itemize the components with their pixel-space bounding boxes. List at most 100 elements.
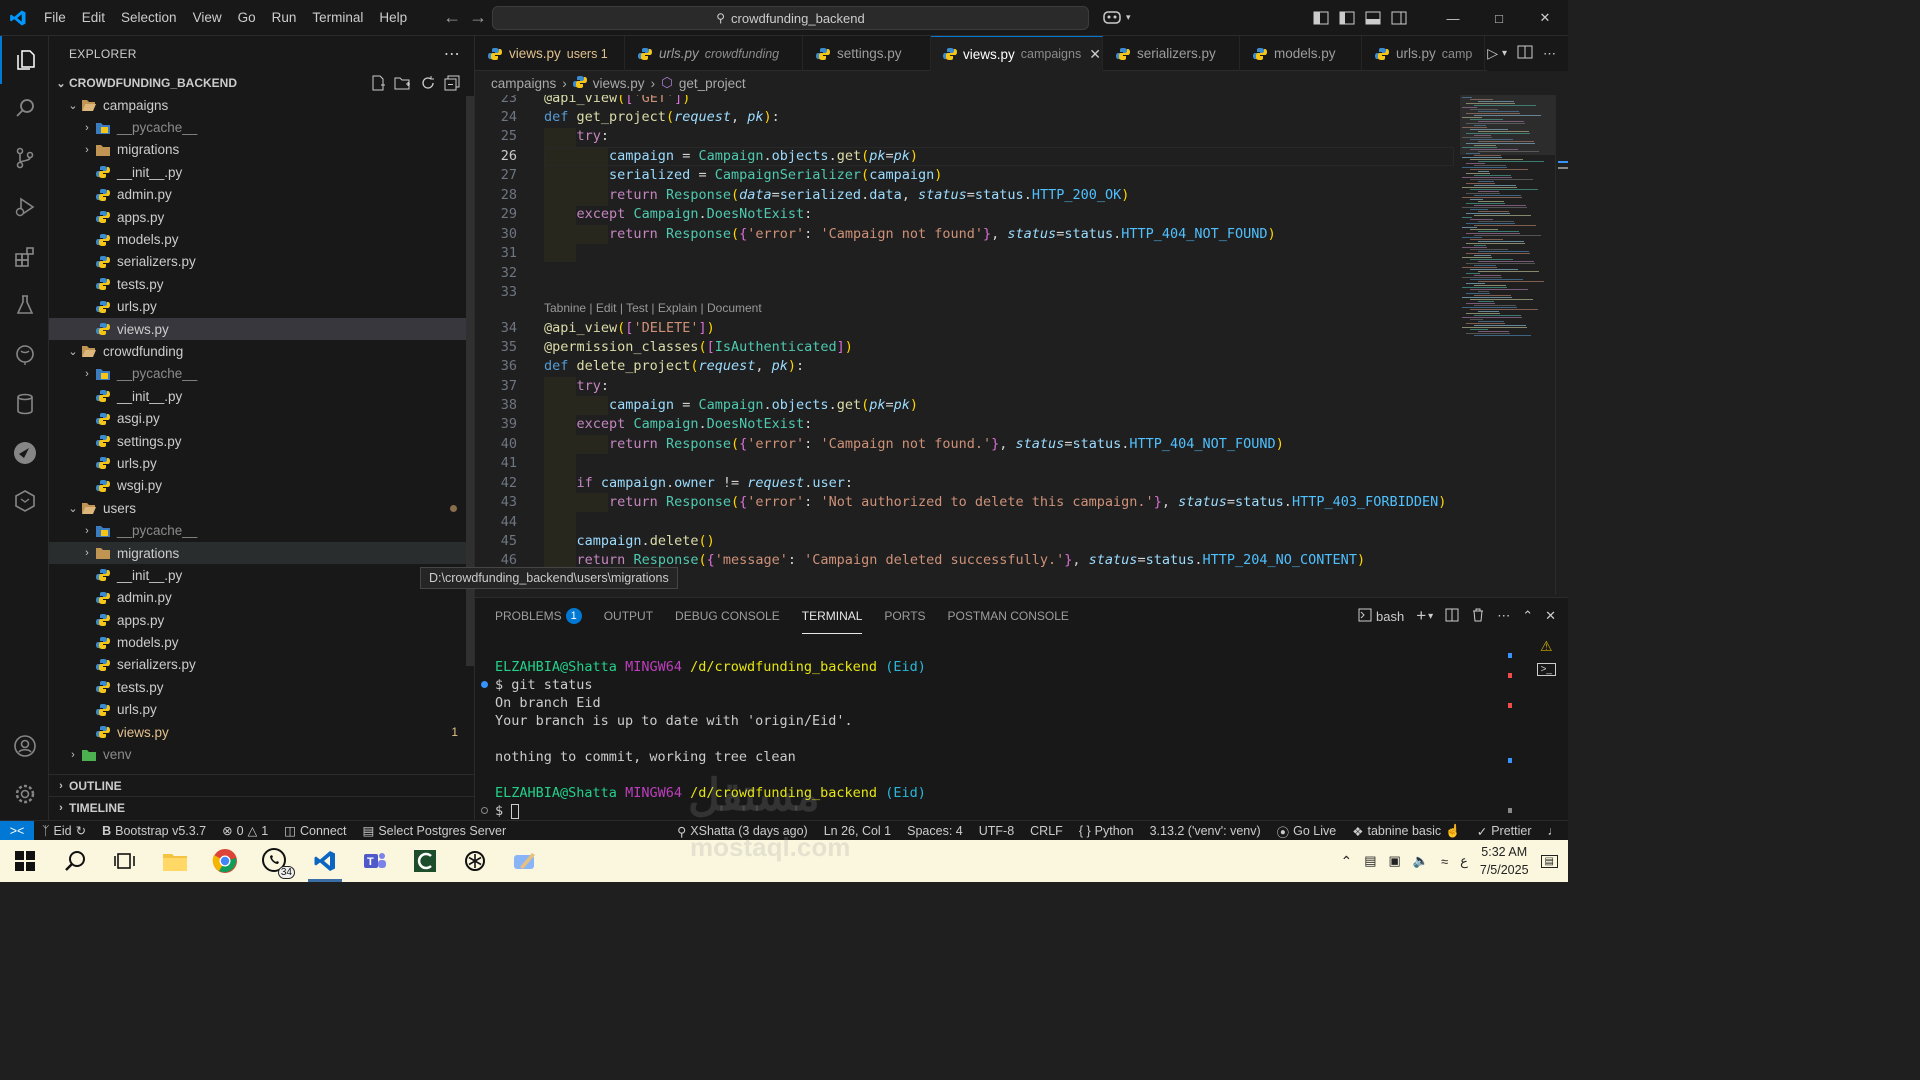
task-view-icon[interactable] (100, 840, 150, 882)
interpreter-status[interactable]: 3.13.2 ('venv': venv) (1142, 824, 1269, 838)
file-item[interactable]: serializers.py (49, 251, 474, 273)
tabnine-status[interactable]: ❖ tabnine basic ☝ (1344, 824, 1468, 839)
refresh-icon[interactable] (420, 75, 436, 94)
testing-icon[interactable] (0, 281, 49, 329)
bootstrap-status[interactable]: B Bootstrap v5.3.7 (94, 824, 214, 838)
encoding-status[interactable]: UTF-8 (971, 824, 1022, 838)
terminal-scrollbar[interactable] (1508, 648, 1514, 813)
remote-indicator-icon[interactable]: >< (0, 820, 34, 841)
editor-tab[interactable]: models.py (1240, 36, 1362, 71)
notification-center-icon[interactable]: ▤ (1540, 854, 1558, 868)
connect-status[interactable]: ◫ Connect (276, 823, 354, 839)
file-item[interactable]: apps.py (49, 206, 474, 228)
new-terminal-icon[interactable]: + (1416, 606, 1426, 626)
folder-item[interactable]: ⌄ users (49, 497, 474, 519)
folder-item[interactable]: › __pycache__ (49, 363, 474, 385)
file-item[interactable]: views.py (49, 317, 474, 341)
whatsapp-icon[interactable]: 34 (250, 840, 300, 882)
new-folder-icon[interactable] (394, 75, 412, 94)
more-actions-icon[interactable]: ⋯ (444, 44, 460, 64)
panel-tab-problems[interactable]: PROBLEMS 1 (495, 598, 582, 634)
outline-section[interactable]: › OUTLINE (49, 774, 474, 796)
chevron-down-icon[interactable]: ▾ (1428, 611, 1433, 622)
editor-tab[interactable]: settings.py (803, 36, 931, 71)
explorer-icon[interactable] (0, 36, 49, 84)
postgres-elephant-icon[interactable] (0, 331, 49, 379)
chrome-icon[interactable] (200, 840, 250, 882)
editor-tab[interactable]: views.py users 1 (475, 36, 625, 71)
device-icon[interactable]: ▣ (1388, 853, 1400, 869)
back-arrow-icon[interactable]: ← (439, 7, 465, 28)
copilot-icon[interactable]: ▾ (1102, 9, 1131, 25)
sync-icon[interactable]: ↻ (76, 823, 86, 838)
settings-gear-icon[interactable] (0, 770, 49, 818)
folder-item[interactable]: › venv (49, 743, 474, 765)
close-tab-icon[interactable]: ✕ (1089, 46, 1101, 63)
editor-tab[interactable]: serializers.py (1103, 36, 1240, 71)
vscode-taskbar-icon[interactable] (300, 840, 350, 882)
timeline-section[interactable]: › TIMELINE (49, 796, 474, 818)
menu-file[interactable]: File (36, 0, 74, 36)
file-item[interactable]: models.py (49, 228, 474, 250)
toggle-panel-icon[interactable] (1360, 0, 1386, 36)
file-explorer-icon[interactable] (150, 840, 200, 882)
code-editor[interactable]: 23 24 25 26 27 28 29 30 31 32 33 34 35 36 37 38 39 40 41 42… (475, 95, 1460, 595)
problems-status[interactable]: ⊗ 0 △ 1 (214, 823, 276, 839)
new-file-icon[interactable] (370, 75, 386, 94)
file-item[interactable]: models.py (49, 631, 474, 653)
file-item[interactable]: __init__.py (49, 161, 474, 183)
folder-item[interactable]: ⌄ crowdfunding (49, 340, 474, 362)
maximize-panel-icon[interactable]: ⌃ (1522, 608, 1533, 624)
file-item[interactable]: tests.py (49, 676, 474, 698)
source-control-icon[interactable] (0, 134, 49, 182)
file-item[interactable]: views.py 1 (49, 721, 474, 743)
more-actions-icon[interactable]: ⋯ (1497, 608, 1510, 624)
clock[interactable]: 5:32 AM 7/5/2025 (1480, 843, 1529, 879)
windows-start-icon[interactable] (0, 840, 50, 882)
search-icon[interactable] (50, 840, 100, 882)
file-item[interactable]: apps.py (49, 609, 474, 631)
editor-tab[interactable]: urls.py crowdfunding (625, 36, 803, 71)
folder-item[interactable]: › __pycache__ (49, 116, 474, 138)
file-item[interactable]: serializers.py (49, 654, 474, 676)
language-indicator[interactable]: ع (1460, 853, 1468, 869)
editor-scrollbar[interactable] (1555, 95, 1568, 595)
folder-item[interactable]: ⌄ campaigns (49, 94, 474, 116)
battery-icon[interactable]: ▤ (1364, 853, 1376, 869)
breadcrumb-file[interactable]: views.py (593, 76, 645, 91)
volume-icon[interactable]: 🔈 (1413, 853, 1429, 869)
breadcrumb-symbol[interactable]: get_project (679, 76, 746, 91)
postgres-status[interactable]: ▤ Select Postgres Server (355, 823, 515, 839)
menu-run[interactable]: Run (264, 0, 305, 36)
panel-tab-terminal[interactable]: TERMINAL (801, 598, 863, 634)
file-item[interactable]: __init__.py (49, 564, 474, 586)
file-item[interactable]: urls.py (49, 452, 474, 474)
trash-icon[interactable] (1471, 608, 1485, 625)
panel-tab-output[interactable]: OUTPUT (604, 598, 653, 634)
menu-go[interactable]: Go (230, 0, 264, 36)
minimap[interactable] (1460, 95, 1560, 595)
file-item[interactable]: settings.py (49, 430, 474, 452)
live-share-icon[interactable] (0, 429, 49, 477)
run-icon[interactable]: ▷ (1487, 45, 1498, 62)
prettier-status[interactable]: ✓ Prettier (1469, 824, 1540, 839)
chevron-down-icon[interactable]: ▾ (1502, 48, 1507, 59)
file-item[interactable]: __init__.py (49, 385, 474, 407)
language-status[interactable]: { } Python (1071, 824, 1142, 838)
warning-icon[interactable]: ⚠ (1540, 638, 1553, 655)
workspace-root[interactable]: ⌄ CROWDFUNDING_BACKEND (49, 72, 474, 94)
chatgpt-icon[interactable] (450, 840, 500, 882)
menu-help[interactable]: Help (371, 0, 415, 36)
app-icon[interactable] (400, 840, 450, 882)
more-actions-icon[interactable]: ⋯ (1543, 46, 1556, 62)
extensions-icon[interactable] (0, 233, 49, 281)
customize-layout-icon[interactable] (1308, 0, 1334, 36)
toggle-secondary-sidebar-icon[interactable] (1386, 0, 1412, 36)
terminal-output[interactable]: ELZAHBIA@Shatta MINGW64 /d/crowdfunding_… (481, 658, 926, 820)
panel-tab-postman-console[interactable]: POSTMAN CONSOLE (948, 598, 1069, 634)
menu-view[interactable]: View (185, 0, 230, 36)
shell-name[interactable]: bash (1376, 609, 1404, 624)
tabnine-code-lens[interactable]: Tabnine | Edit | Test | Explain | Docume… (544, 301, 762, 315)
editor-tab[interactable]: urls.py camp (1362, 36, 1486, 71)
branch-status[interactable]: ᛉ Eid ↻ (34, 823, 94, 839)
